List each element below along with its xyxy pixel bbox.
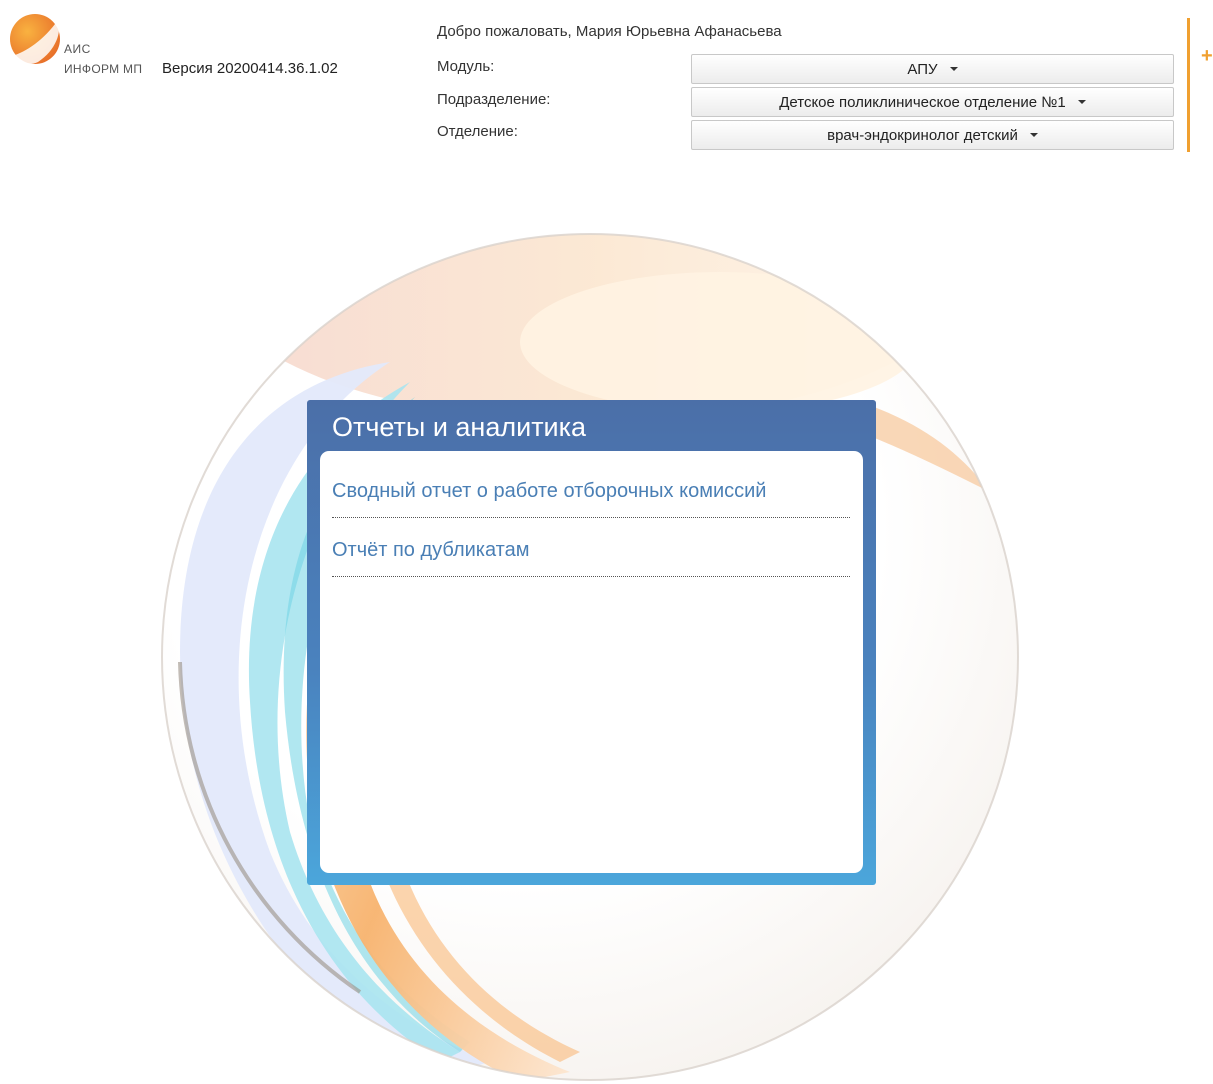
version-label: Версия 20200414.36.1.02 xyxy=(162,60,338,77)
module-label: Модуль: xyxy=(437,58,495,75)
module-dropdown[interactable]: АПУ xyxy=(691,54,1174,84)
logo-icon xyxy=(10,14,60,64)
logo-line-2: ИНФОРМ МП xyxy=(64,62,143,76)
report-link-duplicates[interactable]: Отчёт по дубликатам xyxy=(332,539,850,577)
report-link-commissions[interactable]: Сводный отчет о работе отборочных комисс… xyxy=(332,480,850,518)
division-dropdown-value: Детское поликлиническое отделение №1 xyxy=(779,93,1066,111)
department-dropdown[interactable]: врач-эндокринолог детский xyxy=(691,120,1174,150)
division-label: Подразделение: xyxy=(437,91,551,108)
welcome-text: Добро пожаловать, Мария Юрьевна Афанасье… xyxy=(437,23,782,40)
reports-panel: Отчеты и аналитика Сводный отчет о работ… xyxy=(307,400,876,885)
reports-list: Сводный отчет о работе отборочных комисс… xyxy=(320,451,863,873)
department-dropdown-value: врач-эндокринолог детский xyxy=(827,126,1018,144)
logo-line-1: АИС xyxy=(64,42,91,56)
header-divider xyxy=(1187,18,1190,152)
department-label: Отделение: xyxy=(437,123,518,140)
division-dropdown[interactable]: Детское поликлиническое отделение №1 xyxy=(691,87,1174,117)
chevron-down-icon xyxy=(1029,133,1038,137)
panel-title: Отчеты и аналитика xyxy=(332,412,587,442)
plus-icon[interactable]: + xyxy=(1201,46,1213,66)
module-dropdown-value: АПУ xyxy=(907,60,938,78)
app-page: АИС ИНФОРМ МП Версия 20200414.36.1.02 До… xyxy=(0,0,1213,1084)
chevron-down-icon xyxy=(1077,100,1086,104)
chevron-down-icon xyxy=(949,67,958,71)
